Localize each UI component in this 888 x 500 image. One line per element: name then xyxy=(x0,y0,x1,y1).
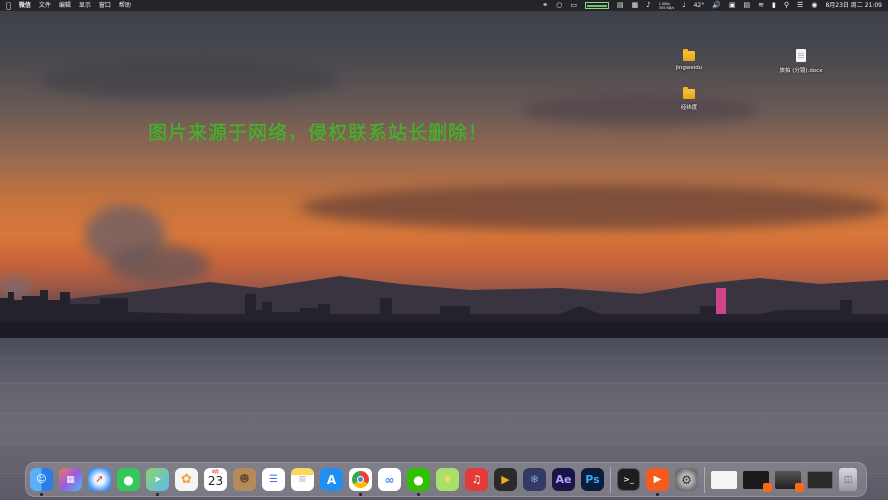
final-cut-pro-icon[interactable]: ▶ xyxy=(494,468,517,491)
running-indicator xyxy=(417,493,420,496)
finder-icon[interactable]: ☺ xyxy=(30,468,53,496)
running-indicator xyxy=(40,493,43,496)
dock-separator xyxy=(610,466,611,493)
running-indicator xyxy=(359,493,362,496)
davinci-resolve-icon[interactable]: ❄ xyxy=(523,468,546,491)
menu-edit[interactable]: 编辑 xyxy=(59,0,71,11)
watermark-text: 图片来源于网络，侵权联系站长删除！ xyxy=(148,122,489,144)
trash-icon[interactable]: ◫ xyxy=(839,468,857,491)
menu-app-name[interactable]: 微信 xyxy=(19,0,31,11)
control-center-icon[interactable]: ☰ xyxy=(797,0,803,11)
spotlight-search-icon[interactable]: ⚲ xyxy=(784,0,789,11)
wallpaper-cloud xyxy=(520,95,760,125)
chrome-icon[interactable] xyxy=(349,468,372,496)
folder-icon xyxy=(683,49,695,61)
minimized-window-thumbnail[interactable] xyxy=(775,470,804,492)
app-store-icon[interactable]: A xyxy=(320,468,343,491)
minimized-window-thumbnail[interactable] xyxy=(807,470,833,489)
apple-icon[interactable]:  xyxy=(6,0,11,11)
wallpaper-cloud xyxy=(300,185,888,230)
dock-separator xyxy=(704,466,705,493)
calendar-day: 23 xyxy=(207,474,224,488)
photos-icon[interactable]: ✿ xyxy=(175,468,198,491)
app-badge-icon xyxy=(763,482,772,492)
input-method-icon[interactable]: ▤ xyxy=(744,0,751,11)
desktop-folder-jingweidu-cn[interactable]: 经纬度 xyxy=(659,87,719,111)
launchpad-icon[interactable]: ▦ xyxy=(59,468,82,491)
notes-icon[interactable]: ≡ xyxy=(291,468,314,491)
live-app-icon[interactable]: ▶ xyxy=(646,468,669,496)
fenqu-icon[interactable]: ♦ xyxy=(436,468,459,491)
desktop-icon-label: jingweidu xyxy=(675,65,703,71)
siri-icon[interactable]: ◉ xyxy=(811,0,817,11)
photoshop-label: Ps xyxy=(585,473,600,486)
network-down: 355 KB/s xyxy=(658,5,675,10)
music-note-icon[interactable]: ♪ xyxy=(646,0,650,11)
minimized-window-thumbnail[interactable] xyxy=(743,470,772,492)
dock: ☺ ▦ ➚ ● ➤ ✿ 8月 23 ☻ ☰ ≡ A ∞ ● ♦ ♫ ▶ ❄ Ae… xyxy=(25,462,867,497)
battery-icon[interactable]: ▮ xyxy=(772,0,776,11)
sensor-icon[interactable]: ♩ xyxy=(682,0,685,11)
menu-window[interactable]: 窗口 xyxy=(99,0,111,11)
after-effects-icon[interactable]: Ae xyxy=(552,468,575,491)
network-speed[interactable]: 1 KB/s 355 KB/s xyxy=(659,2,675,10)
baidu-netdisk-icon[interactable]: ∞ xyxy=(378,468,401,491)
system-preferences-icon[interactable]: ⚙ xyxy=(675,468,698,491)
display-icon[interactable]: ▣ xyxy=(729,0,736,11)
volume-icon[interactable]: 🔊 xyxy=(712,0,721,11)
minimized-window-thumbnail[interactable] xyxy=(711,470,737,489)
desktop-wallpaper xyxy=(0,0,888,500)
wechat-status-icon[interactable]: ○ xyxy=(556,0,562,11)
link-icon[interactable]: ⚭ xyxy=(542,0,548,11)
cpu-graph-icon[interactable] xyxy=(585,2,610,9)
menu-view[interactable]: 显示 xyxy=(79,0,91,11)
netease-music-icon[interactable]: ♫ xyxy=(465,468,488,491)
menu-bar:  微信 文件 编辑 显示 窗口 帮助 ⚭ ○ ▭ ▤ ▦ ♪ 1 KB/s 3… xyxy=(0,0,888,11)
desktop-icon-label: 经纬度 xyxy=(680,105,698,111)
memory-icon[interactable]: ▤ xyxy=(617,0,624,11)
running-indicator xyxy=(656,493,659,496)
folder-icon xyxy=(683,87,695,99)
reminders-icon[interactable]: ☰ xyxy=(262,468,285,491)
running-indicator xyxy=(156,493,159,496)
safari-icon[interactable]: ➚ xyxy=(88,468,111,491)
calendar-icon[interactable]: 8月 23 xyxy=(204,468,227,491)
disk-icon[interactable]: ▦ xyxy=(632,0,639,11)
wallpaper-cloud xyxy=(40,60,340,100)
menu-help[interactable]: 帮助 xyxy=(119,0,131,11)
desktop-file-docx[interactable]: 旅拍 (分镜).docx xyxy=(771,49,831,74)
wechat-icon[interactable]: ● xyxy=(407,468,430,496)
desktop-icon-label: 旅拍 (分镜).docx xyxy=(779,68,823,74)
maps-icon[interactable]: ➤ xyxy=(146,468,169,496)
document-icon xyxy=(796,49,806,62)
temperature[interactable]: 42° xyxy=(694,0,705,11)
terminal-icon[interactable]: >_ xyxy=(617,468,640,491)
window-icon[interactable]: ▭ xyxy=(570,0,577,11)
desktop-folder-jingweidu[interactable]: jingweidu xyxy=(659,49,719,71)
clock[interactable]: 8月23日 周二 21:09 xyxy=(825,0,882,11)
menu-file[interactable]: 文件 xyxy=(39,0,51,11)
wifi-icon[interactable]: ≋ xyxy=(758,0,764,11)
city-skyline xyxy=(0,276,888,340)
app-badge-icon xyxy=(795,482,804,492)
photoshop-icon[interactable]: Ps xyxy=(581,468,604,491)
contacts-icon[interactable]: ☻ xyxy=(233,468,256,491)
after-effects-label: Ae xyxy=(555,473,572,486)
messages-icon[interactable]: ● xyxy=(117,468,140,491)
